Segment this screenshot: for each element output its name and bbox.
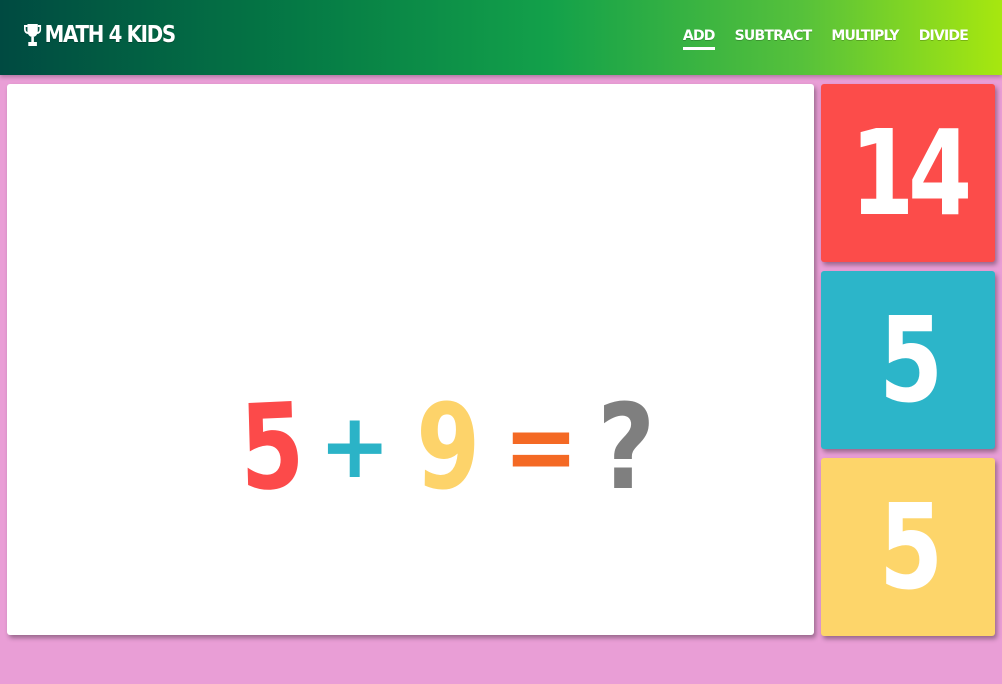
- answer-option-1[interactable]: 14: [821, 84, 995, 262]
- nav-add[interactable]: ADD: [682, 28, 715, 50]
- equals-symbol: =: [502, 387, 579, 505]
- answer-option-2[interactable]: 5: [821, 271, 995, 449]
- top-nav-bar: MATH 4 KIDS ADD SUBTRACT MULTIPLY DIVIDE: [0, 0, 1002, 75]
- operation-nav: ADD SUBTRACT MULTIPLY DIVIDE: [682, 28, 969, 50]
- nav-multiply[interactable]: MULTIPLY: [831, 28, 899, 50]
- unknown-answer-symbol: ?: [597, 377, 656, 516]
- operator-symbol: +: [318, 393, 391, 499]
- answer-option-label: 14: [850, 104, 972, 242]
- answer-option-label: 5: [879, 478, 943, 616]
- trophy-icon: [24, 24, 42, 46]
- nav-divide[interactable]: DIVIDE: [919, 28, 969, 50]
- brand-title: MATH 4 KIDS: [44, 22, 177, 48]
- brand-logo[interactable]: MATH 4 KIDS: [24, 22, 177, 48]
- answer-option-label: 5: [879, 291, 943, 429]
- question-panel: 5 + 9 = ?: [7, 84, 814, 635]
- answer-option-3[interactable]: 5: [821, 458, 995, 636]
- operand-b: 9: [414, 376, 481, 517]
- equation: 5 + 9 = ?: [231, 376, 661, 517]
- operand-a: 5: [238, 376, 306, 517]
- nav-subtract[interactable]: SUBTRACT: [735, 28, 813, 50]
